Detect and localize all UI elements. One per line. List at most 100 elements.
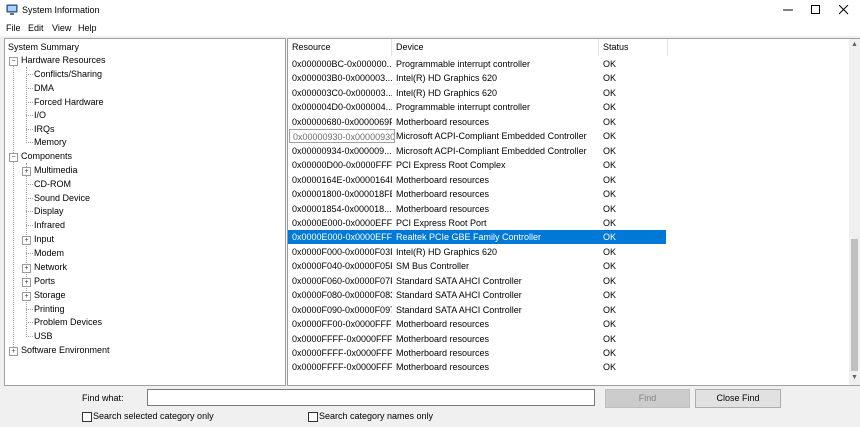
expand-multimedia-icon[interactable]: + [22, 167, 31, 176]
device-cell: PCI Express Root Port [396, 217, 487, 228]
tree-item-system-summary[interactable]: System Summary [8, 41, 79, 54]
find-input[interactable] [147, 389, 595, 406]
column-header-resource[interactable]: Resource [288, 39, 392, 56]
status-cell: OK [603, 246, 617, 257]
tree-item-printing[interactable]: Printing [34, 303, 65, 316]
column-header-device[interactable]: Device [392, 39, 599, 56]
category-tree[interactable]: System Summary − Hardware Resources Conf… [4, 38, 286, 386]
table-row[interactable]: 0x00001854-0x000018... Motherboard resour… [288, 202, 666, 216]
table-row[interactable]: 0x0000164E-0x0000164F Motherboard resourc… [288, 173, 666, 187]
device-cell: SM Bus Controller [396, 261, 470, 272]
checkbox-box[interactable] [82, 412, 92, 422]
table-row[interactable]: 0x0000FFFF-0x0000FFFF Motherboard resourc… [288, 360, 666, 374]
resource-cell: 0x0000F000-0x0000F03F [292, 246, 392, 257]
table-row[interactable]: 0x00000D00-0x0000FFFF PCI Express Root Co… [288, 158, 666, 172]
table-row[interactable]: 0x0000F080-0x0000F083 Standard SATA AHCI … [288, 288, 666, 302]
menu-view[interactable]: View [52, 23, 71, 33]
device-cell: Standard SATA AHCI Controller [396, 275, 522, 286]
tree-item-infrared[interactable]: Infrared [34, 219, 65, 232]
menu-edit[interactable]: Edit [28, 23, 44, 33]
tree-item-hardware-resources[interactable]: Hardware Resources [21, 54, 106, 67]
resource-list[interactable]: Resource Device Status 0x000000BC-0x0000… [287, 38, 860, 386]
search-selected-category-checkbox[interactable]: Search selected category only [82, 411, 282, 423]
tree-item-memory[interactable]: Memory [34, 136, 67, 149]
device-cell: Standard SATA AHCI Controller [396, 290, 522, 301]
tree-item-multimedia[interactable]: Multimedia [34, 164, 78, 177]
status-cell: OK [603, 59, 617, 69]
tree-item-ports[interactable]: Ports [34, 275, 55, 288]
tree-item-dma[interactable]: DMA [34, 82, 54, 95]
column-header-status[interactable]: Status [599, 39, 668, 56]
minimize-button[interactable] [774, 0, 802, 21]
table-row[interactable]: 0x0000F000-0x0000F03F Intel(R) HD Graphic… [288, 245, 666, 259]
expand-input-icon[interactable]: + [22, 236, 31, 245]
resource-cell: 0x0000FFFF-0x0000FFFF [292, 333, 392, 344]
table-row[interactable]: 0x0000FF00-0x0000FFFE Motherboard resourc… [288, 317, 666, 331]
table-row[interactable]: 0x000000BC-0x000000... Programmable inter… [288, 57, 666, 71]
menu-help[interactable]: Help [78, 23, 97, 33]
tree-item-io[interactable]: I/O [34, 109, 46, 122]
status-cell: OK [603, 174, 617, 185]
device-cell: Motherboard resources [396, 333, 490, 344]
expand-hardware-icon[interactable]: − [9, 57, 18, 66]
tree-item-storage[interactable]: Storage [34, 289, 66, 302]
tree-item-usb[interactable]: USB [34, 330, 53, 343]
resource-cell: 0x0000FF00-0x0000FFFE [292, 319, 392, 330]
resource-cell: 0x0000F040-0x0000F05F [292, 261, 392, 272]
table-row[interactable]: 0x0000F090-0x0000F097 Standard SATA AHCI … [288, 303, 666, 317]
expand-storage-icon[interactable]: + [22, 292, 31, 301]
table-row[interactable]: 0x00000930-0x00000930 Microsoft ACPI-Comp… [288, 129, 666, 144]
tree-item-cd-rom[interactable]: CD-ROM [34, 178, 71, 191]
status-cell: OK [603, 333, 617, 344]
scroll-down-icon[interactable]: ▼ [850, 373, 859, 383]
expand-ports-icon[interactable]: + [22, 278, 31, 287]
table-row[interactable]: 0x000004D0-0x000004... Programmable inter… [288, 100, 666, 114]
tree-item-components[interactable]: Components [21, 150, 72, 163]
status-cell: OK [603, 275, 617, 286]
tree-item-input[interactable]: Input [34, 233, 54, 246]
status-cell: OK [603, 131, 617, 142]
find-what-label: Find what: [82, 393, 124, 403]
expand-software-icon[interactable]: + [9, 347, 18, 356]
scroll-thumb[interactable] [851, 239, 858, 371]
checkbox-box[interactable] [308, 412, 318, 422]
table-row[interactable]: 0x0000E000-0x0000EFFF PCI Express Root Po… [288, 216, 666, 230]
find-button[interactable]: Find [605, 389, 690, 408]
search-category-names-checkbox[interactable]: Search category names only [308, 411, 508, 423]
tree-item-forced-hardware[interactable]: Forced Hardware [34, 96, 104, 109]
expand-components-icon[interactable]: − [9, 153, 18, 162]
device-cell: Motherboard resources [396, 203, 490, 214]
vertical-scrollbar[interactable]: ▲ ▼ [849, 39, 860, 385]
table-row[interactable]: 0x00000934-0x000009... Microsoft ACPI-Com… [288, 144, 666, 158]
table-row[interactable]: 0x000003C0-0x000003... Intel(R) HD Graphi… [288, 86, 666, 100]
status-cell: OK [603, 73, 617, 84]
maximize-button[interactable] [802, 0, 830, 21]
close-find-button[interactable]: Close Find [695, 389, 781, 408]
table-row[interactable]: 0x0000E000-0x0000EFFF Realtek PCIe GBE Fa… [288, 230, 666, 245]
table-row[interactable]: 0x00001800-0x000018FE Motherboard resourc… [288, 187, 666, 201]
scroll-up-icon[interactable]: ▲ [850, 40, 859, 50]
expand-network-icon[interactable]: + [22, 264, 31, 273]
resource-cell: 0x0000FFFF-0x0000FFFF [292, 362, 392, 373]
tree-item-modem[interactable]: Modem [34, 247, 64, 260]
table-row[interactable]: 0x000003B0-0x000003... Intel(R) HD Graphi… [288, 71, 666, 85]
tree-item-display[interactable]: Display [34, 205, 64, 218]
table-row[interactable]: 0x0000F060-0x0000F07F Standard SATA AHCI … [288, 274, 666, 288]
table-row[interactable]: 0x0000F040-0x0000F05F SM Bus Controller OK [288, 259, 666, 273]
tree-item-irqs[interactable]: IRQs [34, 123, 55, 136]
device-cell: Motherboard resources [396, 362, 490, 373]
menu-file[interactable]: File [6, 23, 21, 33]
table-row[interactable]: 0x0000FFFF-0x0000FFFF Motherboard resourc… [288, 332, 666, 346]
table-row[interactable]: 0x0000FFFF-0x0000FFFF Motherboard resourc… [288, 346, 666, 360]
tree-item-problem-devices[interactable]: Problem Devices [34, 316, 102, 329]
tree-item-software-environment[interactable]: Software Environment [21, 344, 110, 357]
table-row[interactable]: 0x00000680-0x0000069F Motherboard resourc… [288, 115, 666, 129]
status-cell: OK [603, 160, 617, 171]
tree-item-conflicts-sharing[interactable]: Conflicts/Sharing [34, 68, 102, 81]
close-window-button[interactable] [830, 0, 858, 21]
resource-cell: 0x00000680-0x0000069F [292, 116, 392, 127]
tree-item-sound-device[interactable]: Sound Device [34, 192, 90, 205]
device-cell: Motherboard resources [396, 189, 490, 200]
search-category-names-label: Search category names only [319, 411, 434, 421]
tree-item-network[interactable]: Network [34, 261, 67, 274]
